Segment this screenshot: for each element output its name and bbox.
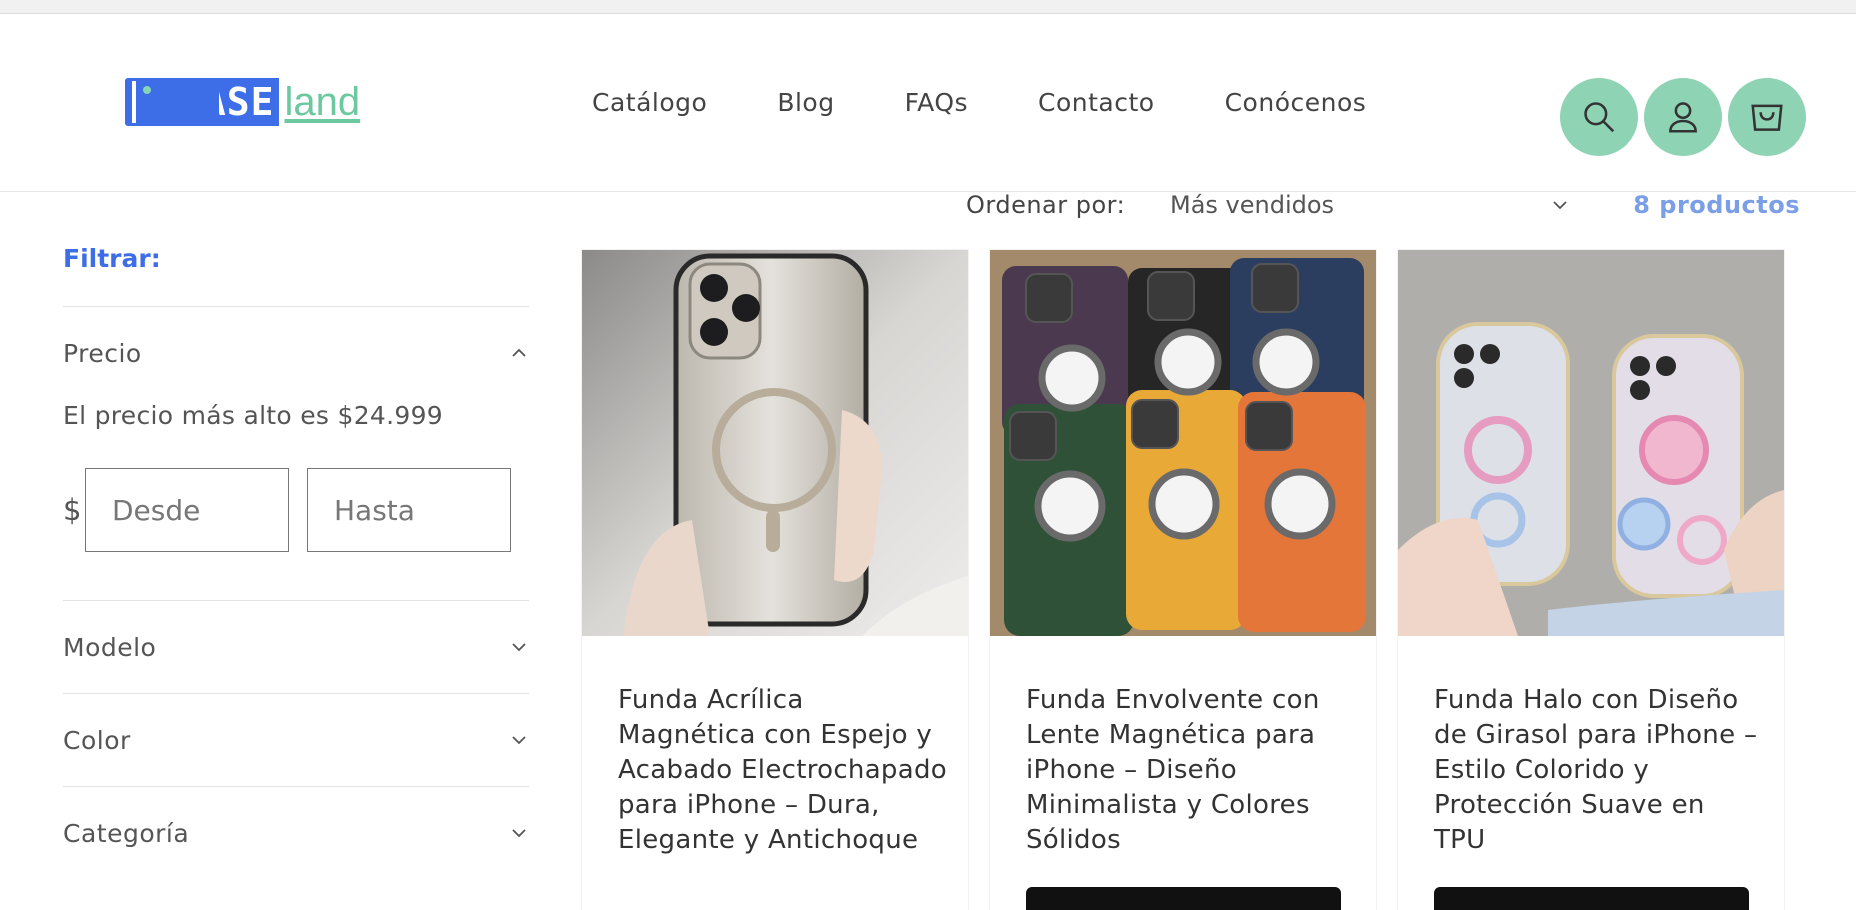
facet-label: Precio [63,338,142,368]
main-nav: Catálogo Blog FAQs Contacto Conócenos [592,88,1436,117]
logo-text-land: land [284,79,361,124]
nav-catalogo[interactable]: Catálogo [592,88,707,117]
currency-symbol: $ [63,493,82,527]
sort-label: Ordenar por: [966,191,1126,219]
product-card[interactable]: Funda Acrílica Magnética con Espejo y Ac… [582,250,968,910]
nav-blog[interactable]: Blog [777,88,834,117]
chevron-down-icon [512,643,526,652]
price-max-note: El precio más alto es $24.999 [63,401,443,430]
facet-precio[interactable]: Precio [63,306,529,399]
chevron-down-icon [1553,201,1567,210]
add-to-cart-button[interactable] [1434,887,1749,910]
chevron-down-icon [512,736,526,745]
chevron-up-icon [512,348,526,357]
cart-button[interactable] [1728,78,1806,156]
chevron-down-icon [512,829,526,838]
sort-select[interactable]: Más vendidos [1170,191,1570,219]
facet-label: Modelo [63,632,157,662]
search-icon [1584,102,1615,133]
nav-contacto[interactable]: Contacto [1038,88,1155,117]
product-title[interactable]: Funda Acrílica Magnética con Espejo y Ac… [618,683,948,858]
price-from-input[interactable] [85,468,289,552]
account-icon [1669,102,1697,133]
product-image[interactable] [990,250,1376,636]
facet-categoria[interactable]: Categoría [63,786,529,879]
facet-color[interactable]: Color [63,693,529,786]
facet-modelo[interactable]: Modelo [63,600,529,693]
product-image[interactable] [582,250,968,636]
nav-faqs[interactable]: FAQs [905,88,968,117]
product-card[interactable]: Funda Envolvente con Lente Magnética par… [990,250,1376,910]
site-header: CASE land Catálogo Blog FAQs Contacto Co… [0,14,1856,192]
caseland-logo[interactable]: CASE land [125,78,360,126]
nav-conocenos[interactable]: Conócenos [1225,88,1367,117]
sort-bar: Ordenar por: Más vendidos 8 productos [966,188,1806,222]
price-filter: El precio más alto es $24.999 $ [63,399,529,600]
sort-value: Más vendidos [1170,191,1335,219]
price-range: $ [63,468,529,552]
add-to-cart-button[interactable] [1026,887,1341,910]
product-title[interactable]: Funda Halo con Diseño de Girasol para iP… [1434,683,1764,858]
facet-label: Categoría [63,818,190,848]
product-card[interactable]: Funda Halo con Diseño de Girasol para iP… [1398,250,1784,910]
header-actions [1560,78,1806,156]
product-grid: Funda Acrílica Magnética con Espejo y Ac… [582,250,1784,910]
filter-sidebar: Filtrar: Precio El precio más alto es $2… [63,230,529,879]
cart-icon [1751,104,1783,131]
product-count: 8 productos [1633,191,1800,219]
product-title[interactable]: Funda Envolvente con Lente Magnética par… [1026,683,1356,858]
logo-mark [125,78,219,126]
facet-label: Color [63,725,131,755]
product-image[interactable] [1398,250,1784,636]
search-button[interactable] [1560,78,1638,156]
filter-heading: Filtrar: [63,244,161,273]
account-button[interactable] [1644,78,1722,156]
browser-top-strip [0,0,1856,14]
price-to-input[interactable] [307,468,511,552]
